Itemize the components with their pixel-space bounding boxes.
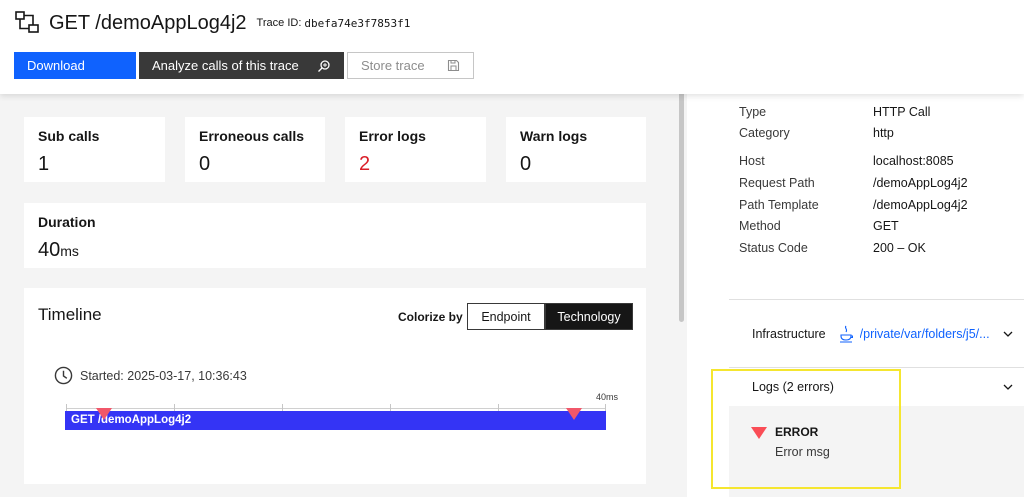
error-marker[interactable] (565, 408, 582, 420)
infrastructure-path-link[interactable]: /private/var/folders/j5/... (860, 327, 1000, 341)
chevron-down-icon (1003, 384, 1013, 390)
error-logs-value: 2 (359, 153, 371, 175)
duration-label: Duration (38, 214, 96, 230)
error-logs-tile: Error logs 2 (345, 117, 486, 182)
timeline-card: Timeline Colorize by Endpoint Technology… (24, 288, 646, 484)
java-icon (839, 325, 853, 343)
colorize-by-label: Colorize by (398, 310, 463, 324)
store-trace-label: Store trace (361, 58, 425, 73)
store-trace-button[interactable]: Store trace (347, 52, 474, 79)
colorize-technology-option[interactable]: Technology (545, 303, 633, 330)
page-title: GET /demoAppLog4j2 (49, 11, 247, 34)
title-row: GET /demoAppLog4j2 Trace ID: dbefa74e3f7… (14, 10, 410, 36)
erroneous-calls-tile: Erroneous calls 0 (185, 117, 325, 182)
trace-summary-panel: Sub calls 1 Erroneous calls 0 Error logs… (0, 94, 676, 497)
prop-method-value: GET (873, 219, 899, 233)
error-logs-label: Error logs (359, 128, 426, 144)
duration-value: 40ms (38, 239, 79, 262)
action-buttons: Download Analyze calls of this trace Sto… (14, 52, 474, 79)
warn-logs-tile: Warn logs 0 (506, 117, 646, 182)
prop-category-value: http (873, 126, 894, 140)
prop-category-key: Category (739, 126, 790, 140)
analyze-calls-button[interactable]: Analyze calls of this trace (139, 52, 344, 79)
started-text: Started: 2025-03-17, 10:36:43 (80, 368, 247, 383)
duration-tile: Duration 40ms (24, 203, 646, 268)
scrollbar-thumb[interactable] (679, 80, 684, 322)
infrastructure-accordion[interactable]: Infrastructure /private/var/folders/j5/.… (729, 315, 1024, 353)
analyze-calls-label: Analyze calls of this trace (152, 58, 299, 73)
prop-status-code-value: 200 – OK (873, 241, 926, 255)
duration-unit: ms (60, 243, 79, 259)
prop-path-template-key: Path Template (739, 198, 819, 212)
colorize-endpoint-option[interactable]: Endpoint (467, 303, 545, 330)
timeline-axis (66, 404, 606, 412)
timeline-title: Timeline (38, 305, 102, 324)
left-scrollbar[interactable] (676, 76, 687, 497)
warn-logs-label: Warn logs (520, 128, 588, 144)
trace-id-label: Trace ID: (256, 17, 302, 29)
divider (729, 299, 1024, 300)
erroneous-calls-label: Erroneous calls (199, 128, 305, 144)
prop-status-code-key: Status Code (739, 241, 808, 255)
prop-method-key: Method (739, 219, 781, 233)
sub-calls-value: 1 (38, 153, 50, 175)
erroneous-calls-value: 0 (199, 153, 211, 175)
trace-header: GET /demoAppLog4j2 Trace ID: dbefa74e3f7… (0, 0, 1024, 94)
clock-icon (54, 366, 73, 385)
download-button[interactable]: Download (14, 52, 136, 79)
warn-logs-value: 0 (520, 153, 532, 175)
duration-number: 40 (38, 239, 61, 261)
prop-type-key: Type (739, 105, 767, 119)
highlight-box (711, 369, 901, 489)
colorize-switcher: Endpoint Technology (467, 303, 633, 330)
span-label: GET /demoAppLog4j2 (71, 414, 192, 426)
prop-host-value: localhost:8085 (873, 154, 954, 168)
search-icon (318, 59, 330, 72)
axis-end-label: 40ms (596, 392, 619, 402)
prop-request-path-value: /demoAppLog4j2 (873, 176, 968, 190)
prop-request-path-key: Request Path (739, 176, 815, 190)
trace-icon (15, 11, 39, 33)
sub-calls-tile: Sub calls 1 (24, 117, 165, 182)
prop-type-value: HTTP Call (873, 105, 931, 119)
infrastructure-label: Infrastructure (752, 327, 826, 341)
error-marker[interactable] (96, 408, 113, 420)
timeline-axis-line (66, 408, 606, 409)
sub-calls-label: Sub calls (38, 128, 100, 144)
prop-path-template-value: /demoAppLog4j2 (873, 198, 968, 212)
save-icon (447, 59, 460, 72)
prop-host-key: Host (739, 154, 765, 168)
timeline-start: Started: 2025-03-17, 10:36:43 (54, 366, 247, 385)
trace-id-value: dbefa74e3f7853f1 (304, 16, 411, 30)
chevron-down-icon (1003, 331, 1013, 337)
timeline-span-bar[interactable]: GET /demoAppLog4j2 (65, 411, 606, 430)
